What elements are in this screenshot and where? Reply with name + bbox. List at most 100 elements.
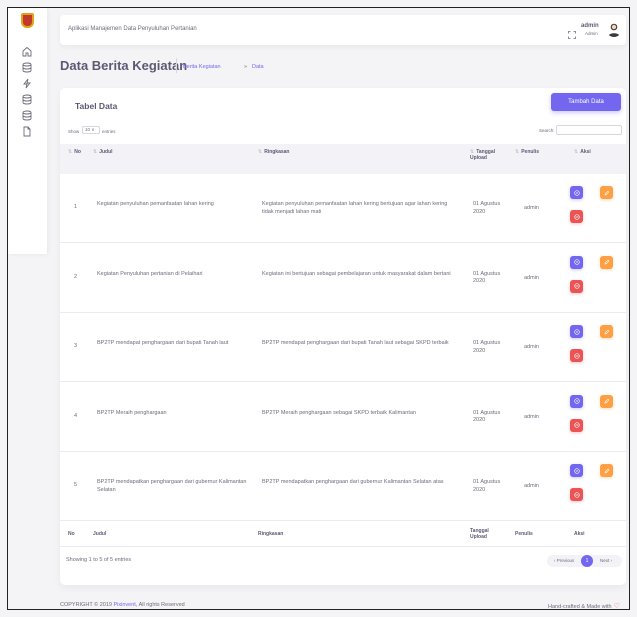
made-with-text: Hand-crafted & Made with bbox=[548, 604, 612, 610]
table-info: Showing 1 to 5 of 5 entries bbox=[66, 557, 132, 563]
edit-icon bbox=[604, 468, 610, 474]
edit-icon bbox=[604, 190, 610, 196]
view-button[interactable] bbox=[570, 186, 583, 199]
edit-button[interactable] bbox=[600, 394, 613, 408]
view-button[interactable] bbox=[570, 255, 583, 269]
cell-no: 5 bbox=[74, 482, 78, 489]
user-role: Admin bbox=[585, 31, 598, 36]
cell-tanggal: 01 Agustus 2020 bbox=[473, 201, 501, 215]
activity-icon[interactable] bbox=[21, 78, 33, 89]
cell-penulis: admin bbox=[524, 274, 539, 281]
col-penulis[interactable]: ⇅ Penulis bbox=[515, 149, 539, 155]
pagination-current-page[interactable]: 1 bbox=[581, 555, 593, 567]
breadcrumb-parent[interactable]: Berita Kegiatan bbox=[183, 64, 221, 70]
search-input[interactable] bbox=[556, 125, 622, 135]
cell-tanggal: 01 Agustus 2020 bbox=[473, 270, 501, 285]
cell-penulis: admin bbox=[524, 344, 539, 351]
app-title: Aplikasi Manajemen Data Penyuluhan Perta… bbox=[68, 26, 197, 32]
heart-icon: ♡ bbox=[613, 603, 620, 610]
breadcrumb-separator: » bbox=[244, 64, 248, 70]
delete-button[interactable] bbox=[570, 418, 583, 432]
database-icon[interactable] bbox=[21, 110, 33, 121]
cell-judul: BP2TP mendapat penghargaan dari bupati T… bbox=[97, 340, 229, 347]
data-card: Tabel Data Tambah Data Show 10 ∨ entries… bbox=[60, 88, 626, 585]
edit-icon bbox=[604, 398, 610, 404]
database-icon[interactable] bbox=[21, 94, 33, 105]
footer-copyright: COPYRIGHT © 2019 Pixinvent, All rights R… bbox=[60, 602, 185, 608]
foot-aksi: Aksi bbox=[574, 531, 585, 537]
cell-penulis: admin bbox=[524, 205, 539, 211]
home-icon[interactable] bbox=[21, 46, 33, 57]
col-ringkasan[interactable]: ⇅ Ringkasan bbox=[258, 149, 290, 155]
user-name[interactable]: admin bbox=[581, 23, 599, 29]
delete-icon bbox=[573, 422, 580, 428]
fullscreen-icon[interactable] bbox=[568, 26, 576, 39]
edit-icon bbox=[604, 259, 610, 265]
col-tanggal[interactable]: ⇅ Tanggal Upload bbox=[470, 149, 504, 161]
cell-penulis: admin bbox=[524, 413, 539, 420]
foot-penulis: Penulis bbox=[515, 531, 533, 537]
delete-button[interactable] bbox=[570, 279, 583, 293]
col-no[interactable]: ⇅ No bbox=[68, 149, 81, 155]
cell-penulis: admin bbox=[524, 483, 539, 490]
foot-no: No bbox=[68, 531, 75, 537]
delete-button[interactable] bbox=[570, 349, 583, 363]
cell-no: 4 bbox=[74, 412, 78, 419]
cell-tanggal: 01 Agustus 2020 bbox=[473, 409, 501, 424]
foot-ringkasan: Ringkasan bbox=[258, 531, 284, 537]
table-row: 1 Kegiatan penyuluhan pemanfaatan lahan k… bbox=[60, 174, 626, 243]
foot-tanggal: Tanggal Upload bbox=[470, 528, 489, 540]
cell-no: 1 bbox=[74, 204, 78, 210]
cell-tanggal: 01 Agustus 2020 bbox=[473, 340, 501, 354]
add-data-button[interactable]: Tambah Data bbox=[551, 93, 621, 111]
eye-icon bbox=[573, 189, 580, 196]
delete-button[interactable] bbox=[570, 210, 583, 223]
cell-ringkasan: BP2TP Meraih penghargaan sebagai SKPD te… bbox=[262, 409, 416, 416]
edit-button[interactable] bbox=[600, 464, 613, 478]
delete-button[interactable] bbox=[570, 488, 583, 502]
table-row: 3 BP2TP mendapat penghargaan dari bupati … bbox=[60, 313, 626, 383]
search-label: Search: bbox=[539, 128, 555, 133]
eye-icon bbox=[573, 259, 580, 265]
brand-link[interactable]: Pixinvent bbox=[113, 602, 135, 608]
edit-button[interactable] bbox=[600, 325, 613, 339]
edit-icon bbox=[604, 329, 610, 335]
footer-made-with: Hand-crafted & Made with ♡ bbox=[548, 602, 620, 610]
breadcrumb-current: Data bbox=[252, 64, 264, 70]
sidebar bbox=[8, 8, 47, 254]
copyright-prefix: COPYRIGHT © 2019 bbox=[60, 602, 114, 608]
cell-judul: Kegiatan Penyuluhan pertanian di Pelaiha… bbox=[97, 270, 203, 277]
cell-ringkasan: BP2TP mendapat penghargaan dari bupati T… bbox=[262, 340, 449, 347]
file-icon[interactable] bbox=[21, 126, 33, 137]
database-icon[interactable] bbox=[21, 62, 33, 73]
delete-icon bbox=[573, 353, 580, 359]
pagination-previous[interactable]: ‹ Previous bbox=[554, 558, 574, 563]
card-title: Tabel Data bbox=[75, 101, 118, 111]
col-aksi[interactable]: ⇅ Aksi bbox=[574, 149, 591, 155]
eye-icon bbox=[573, 468, 580, 474]
table-row: 5 BP2TP mendapatkan penghargaan dari gube… bbox=[60, 452, 626, 522]
edit-button[interactable] bbox=[600, 186, 613, 199]
table-header: ⇅ No ⇅ Judul ⇅ Ringkasan ⇅ Tanggal Upload ⇅ P… bbox=[60, 144, 626, 174]
view-button[interactable] bbox=[570, 394, 583, 408]
foot-judul: Judul bbox=[93, 531, 107, 537]
avatar[interactable] bbox=[606, 21, 622, 37]
page-title: Data Berita Kegiatan bbox=[60, 58, 188, 73]
copyright-suffix: , All rights Reserved bbox=[135, 602, 185, 608]
table-row: 4 BP2TP Meraih penghargaan BP2TP Meraih pe… bbox=[60, 383, 626, 452]
cell-ringkasan: Kegiatan penyuluhan pemanfaatan lahan ke… bbox=[262, 201, 448, 215]
edit-button[interactable] bbox=[600, 255, 613, 269]
pagination: ‹ Previous 1 Next › bbox=[547, 555, 622, 567]
cell-judul: Kegiatan penyuluhan pemanfaatan lahan ke… bbox=[97, 201, 214, 207]
page-length-select[interactable]: 10 ∨ bbox=[82, 126, 100, 134]
app-frame: Aplikasi Manajemen Data Penyuluhan Perta… bbox=[7, 7, 630, 610]
cell-no: 2 bbox=[74, 273, 78, 280]
cell-ringkasan: BP2TP mendapatkan penghargaan dari guber… bbox=[262, 479, 444, 486]
cell-tanggal: 01 Agustus 2020 bbox=[473, 479, 501, 493]
table-row: 2 Kegiatan Penyuluhan pertanian di Pelaih… bbox=[60, 244, 626, 313]
cell-ringkasan: Kegiatan ini bertujuan sebagai pembelaja… bbox=[262, 270, 451, 277]
pagination-next[interactable]: Next › bbox=[600, 558, 612, 563]
view-button[interactable] bbox=[570, 325, 583, 339]
col-judul[interactable]: ⇅ Judul bbox=[93, 149, 113, 155]
view-button[interactable] bbox=[570, 464, 583, 478]
